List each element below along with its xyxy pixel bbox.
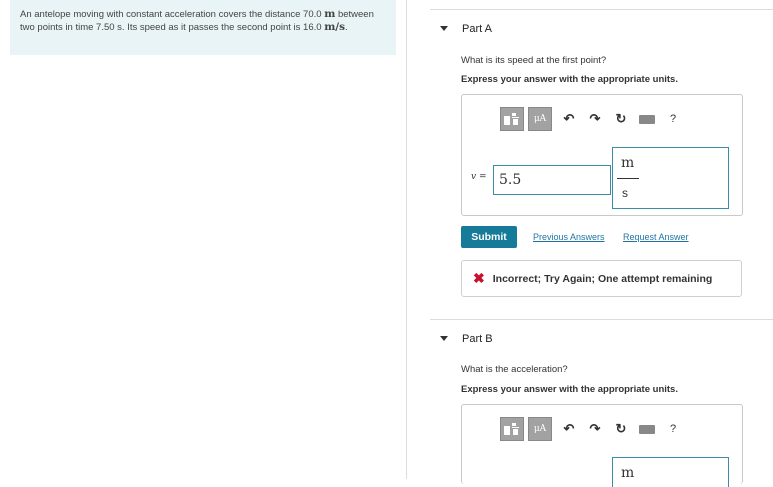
reset-icon[interactable]: ↻ bbox=[608, 417, 634, 441]
incorrect-x-icon: ✖ bbox=[473, 270, 485, 286]
math-toolbar: μA ↶ ↷ ↻ ? bbox=[500, 107, 686, 131]
problem-statement: An antelope moving with constant acceler… bbox=[10, 0, 396, 55]
part-a-title: Part A bbox=[462, 22, 492, 35]
collapse-caret-icon[interactable] bbox=[440, 26, 448, 31]
submit-button[interactable]: Submit bbox=[461, 226, 517, 248]
equals-sign: = bbox=[478, 172, 487, 182]
templates-icon bbox=[504, 113, 519, 125]
help-icon[interactable]: ? bbox=[660, 417, 686, 441]
part-a-header[interactable]: Part A bbox=[430, 9, 773, 47]
unit-denominator: s bbox=[622, 186, 628, 200]
part-b-title: Part B bbox=[462, 332, 493, 345]
reset-icon[interactable]: ↻ bbox=[608, 107, 634, 131]
math-toolbar: μA ↶ ↷ ↻ ? bbox=[500, 417, 686, 441]
problem-text-end: . bbox=[345, 22, 348, 33]
previous-answers-link[interactable]: Previous Answers bbox=[533, 232, 605, 242]
unit-numerator: m bbox=[621, 155, 635, 171]
part-a-instruction: Express your answer with the appropriate… bbox=[461, 74, 678, 85]
redo-icon[interactable]: ↷ bbox=[582, 417, 608, 441]
column-divider bbox=[406, 0, 407, 479]
answer-value-input[interactable]: 5.5 bbox=[493, 165, 611, 195]
templates-icon bbox=[504, 423, 519, 435]
undo-icon[interactable]: ↶ bbox=[556, 417, 582, 441]
redo-icon[interactable]: ↷ bbox=[582, 107, 608, 131]
distance-unit: m bbox=[324, 8, 336, 20]
feedback-text: Incorrect; Try Again; One attempt remain… bbox=[492, 272, 713, 285]
templates-button[interactable] bbox=[500, 107, 524, 131]
part-b-answer-box: μA ↶ ↷ ↻ ? m bbox=[461, 404, 743, 487]
templates-button[interactable] bbox=[500, 417, 524, 441]
units-button[interactable]: μA bbox=[528, 107, 552, 131]
speed-unit: m/s bbox=[324, 21, 346, 33]
part-a-question: What is its speed at the first point? bbox=[461, 55, 607, 66]
part-b-question: What is the acceleration? bbox=[461, 364, 568, 375]
problem-text-1: An antelope moving with constant acceler… bbox=[20, 9, 322, 20]
part-b-header[interactable]: Part B bbox=[430, 319, 773, 357]
feedback-box: ✖ Incorrect; Try Again; One attempt rema… bbox=[461, 260, 742, 297]
fraction-bar bbox=[617, 178, 639, 179]
unit-input[interactable]: m s bbox=[612, 147, 729, 209]
keyboard-icon[interactable] bbox=[634, 417, 660, 441]
collapse-caret-icon[interactable] bbox=[440, 336, 448, 341]
units-button[interactable]: μA bbox=[528, 417, 552, 441]
variable-label: v = bbox=[471, 172, 487, 182]
part-b-instruction: Express your answer with the appropriate… bbox=[461, 384, 678, 395]
keyboard-icon[interactable] bbox=[634, 107, 660, 131]
undo-icon[interactable]: ↶ bbox=[556, 107, 582, 131]
part-a-answer-box: μA ↶ ↷ ↻ ? v = 5.5 m s bbox=[461, 94, 743, 216]
request-answer-link[interactable]: Request Answer bbox=[623, 232, 689, 242]
variable-symbol: v bbox=[471, 172, 477, 182]
unit-input[interactable]: m bbox=[612, 457, 729, 487]
help-icon[interactable]: ? bbox=[660, 107, 686, 131]
